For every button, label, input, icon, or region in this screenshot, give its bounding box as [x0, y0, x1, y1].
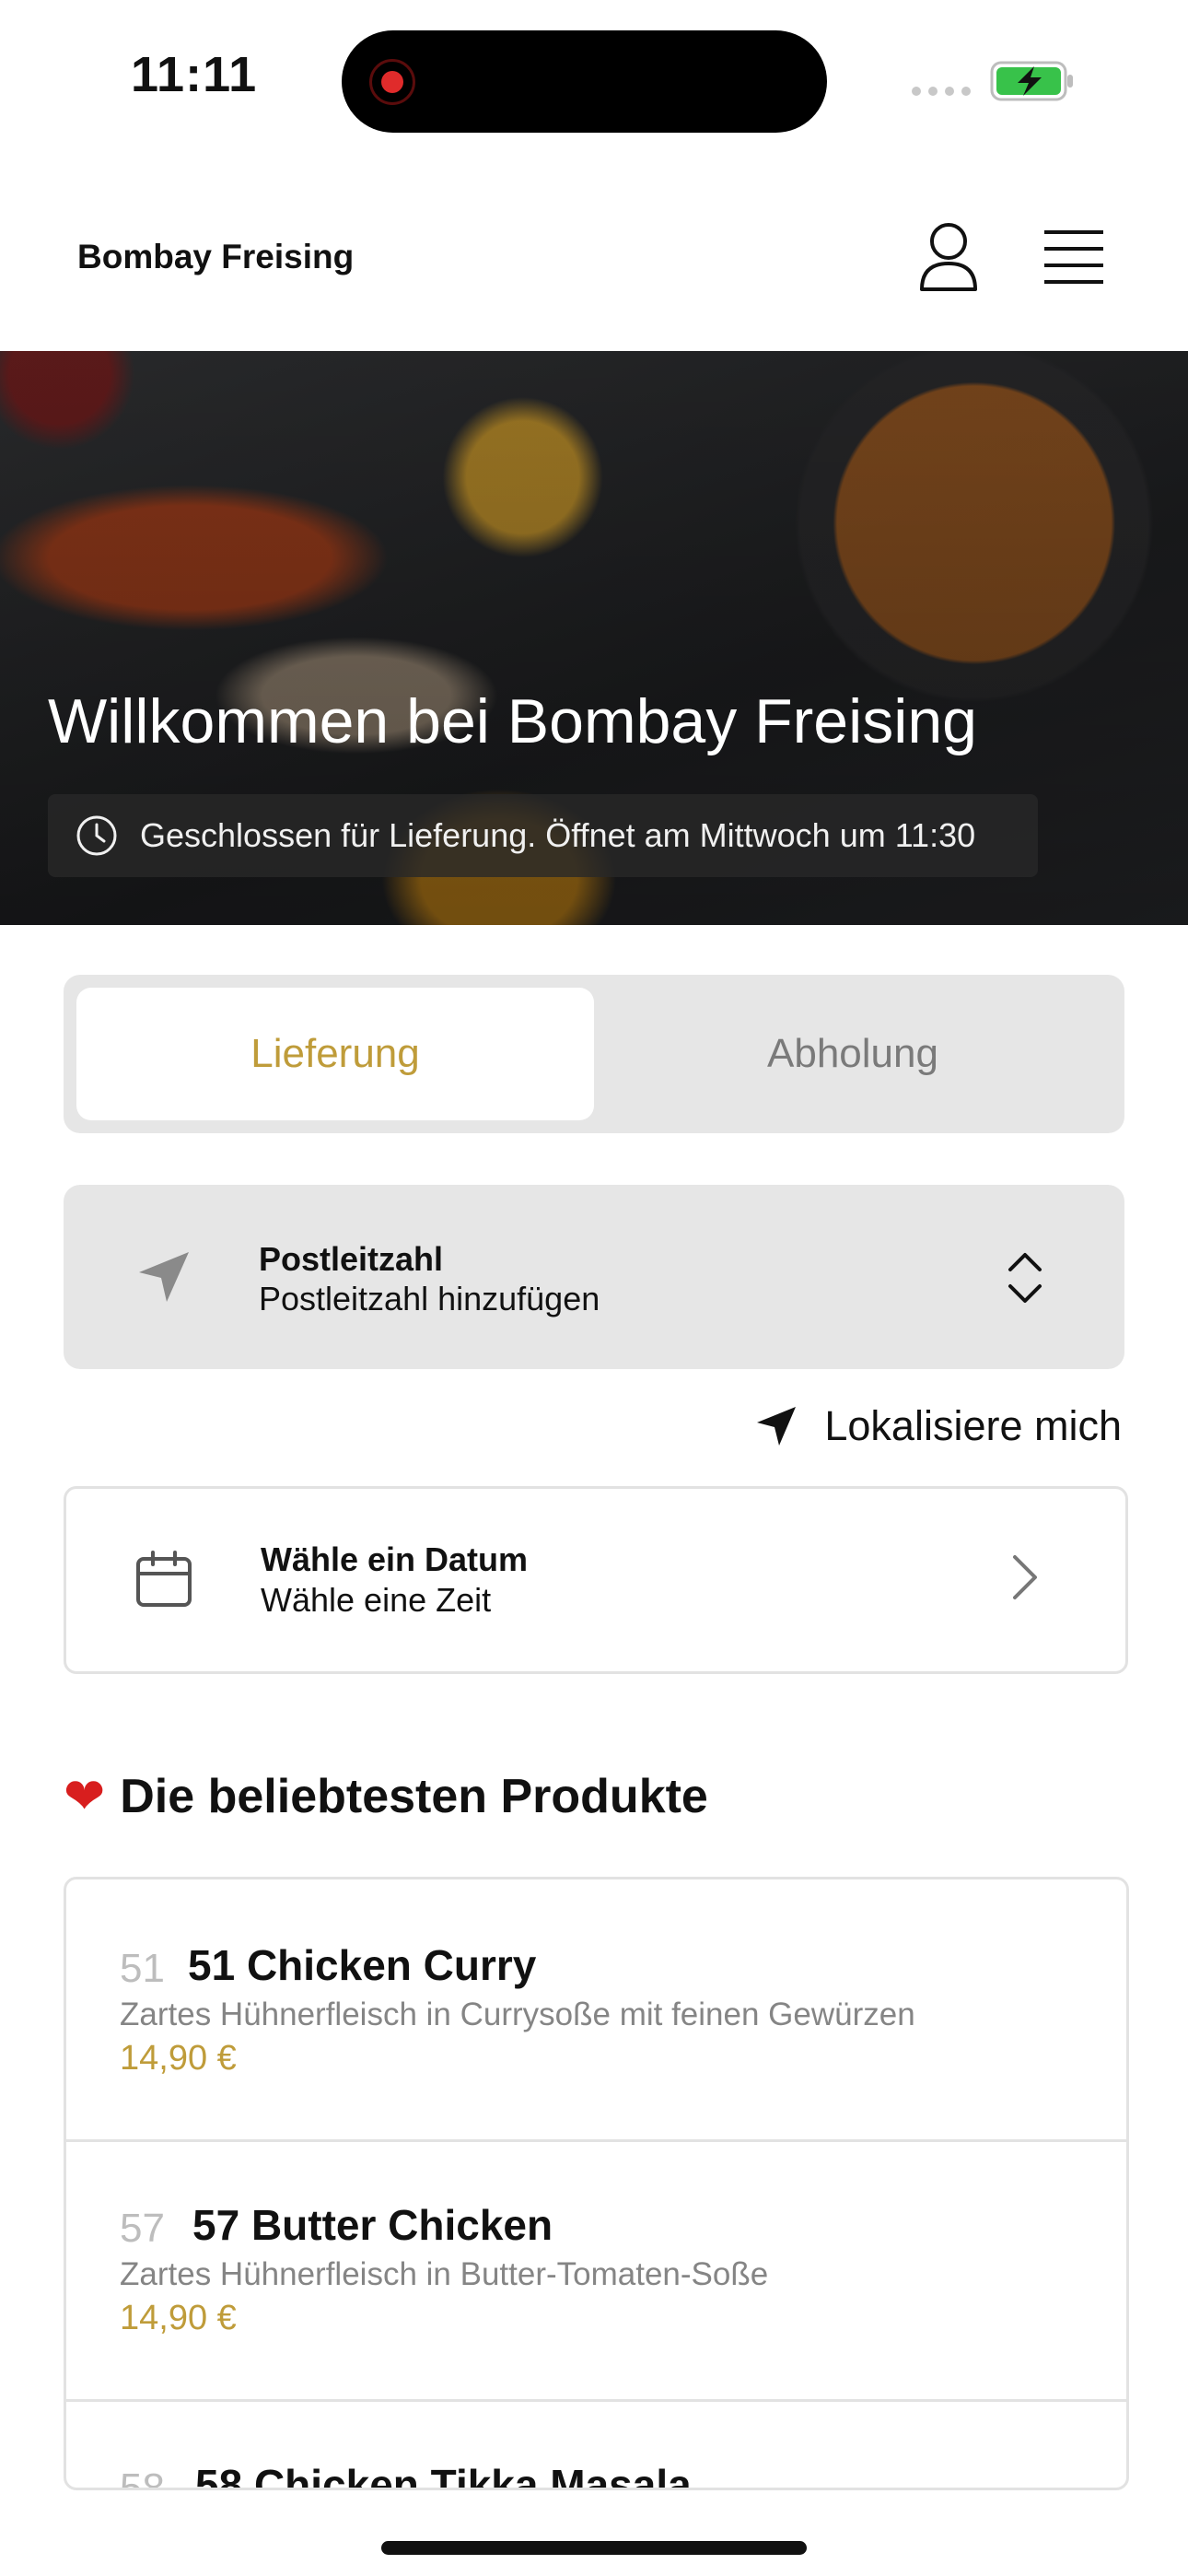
menu-icon[interactable] — [1044, 228, 1103, 286]
product-number: 58 — [120, 2465, 165, 2490]
date-label: Wähle ein Datum — [261, 1540, 529, 1578]
date-time-selector[interactable] — [64, 1486, 1128, 1674]
chevron-up-down-icon — [1008, 1253, 1042, 1303]
locate-me-button[interactable]: Lokalisiere mich — [754, 1402, 1122, 1450]
product-name: 58 Chicken Tikka Masala — [195, 2461, 692, 2490]
postcode-selector[interactable] — [64, 1185, 1124, 1369]
time-label: Wähle eine Zeit — [261, 1581, 492, 1619]
tab-delivery[interactable]: Lieferung — [76, 988, 594, 1120]
product-price: 14,90 € — [120, 2299, 237, 2337]
product-name: 51 Chicken Curry — [188, 1941, 537, 1989]
product-price: 14,90 € — [120, 2039, 237, 2078]
brand-name[interactable]: Bombay Freising — [77, 238, 354, 276]
home-indicator — [381, 2541, 807, 2555]
product-number: 57 — [120, 2206, 165, 2251]
chevron-right-icon — [1013, 1555, 1037, 1599]
product-item[interactable]: 57 57 Butter Chicken Zartes Hühnerfleisc… — [66, 2139, 1126, 2402]
product-item[interactable]: 58 58 Chicken Tikka Masala — [66, 2399, 1126, 2490]
tab-pickup[interactable]: Abholung — [594, 988, 1112, 1120]
heart-icon: ❤ — [64, 1769, 106, 1824]
locate-me-label: Lokalisiere mich — [824, 1402, 1122, 1449]
product-list: 51 51 Chicken Curry Zartes Hühnerfleisch… — [64, 1877, 1129, 2490]
navigation-arrow-icon — [757, 1407, 797, 1446]
product-description: Zartes Hühnerfleisch in Currysoße mit fe… — [120, 1996, 915, 2032]
product-description: Zartes Hühnerfleisch in Butter-Tomaten-S… — [120, 2256, 769, 2292]
calendar-icon — [136, 1551, 192, 1607]
product-name: 57 Butter Chicken — [192, 2201, 553, 2249]
postcode-input[interactable]: Postleitzahl hinzufügen — [259, 1280, 600, 1318]
user-icon[interactable] — [918, 221, 979, 293]
clock-icon — [76, 815, 117, 856]
postcode-label: Postleitzahl — [259, 1240, 444, 1278]
record-icon — [369, 59, 415, 105]
status-time: 11:11 — [131, 47, 258, 102]
popular-products-title: Die beliebtesten Produkte — [120, 1769, 708, 1823]
signal-icon — [912, 87, 971, 96]
battery-charging-icon — [990, 61, 1073, 101]
product-item[interactable]: 51 51 Chicken Curry Zartes Hühnerfleisch… — [66, 1879, 1126, 2142]
navigation-arrow-icon — [139, 1252, 189, 1302]
opening-status-badge: Geschlossen für Lieferung. Öffnet am Mit… — [48, 794, 1038, 877]
popular-products-heading: ❤ Die beliebtesten Produkte — [64, 1767, 708, 1825]
opening-status-text: Geschlossen für Lieferung. Öffnet am Mit… — [140, 816, 976, 854]
welcome-title: Willkommen bei Bombay Freising — [48, 686, 977, 756]
product-number: 51 — [120, 1946, 165, 1991]
